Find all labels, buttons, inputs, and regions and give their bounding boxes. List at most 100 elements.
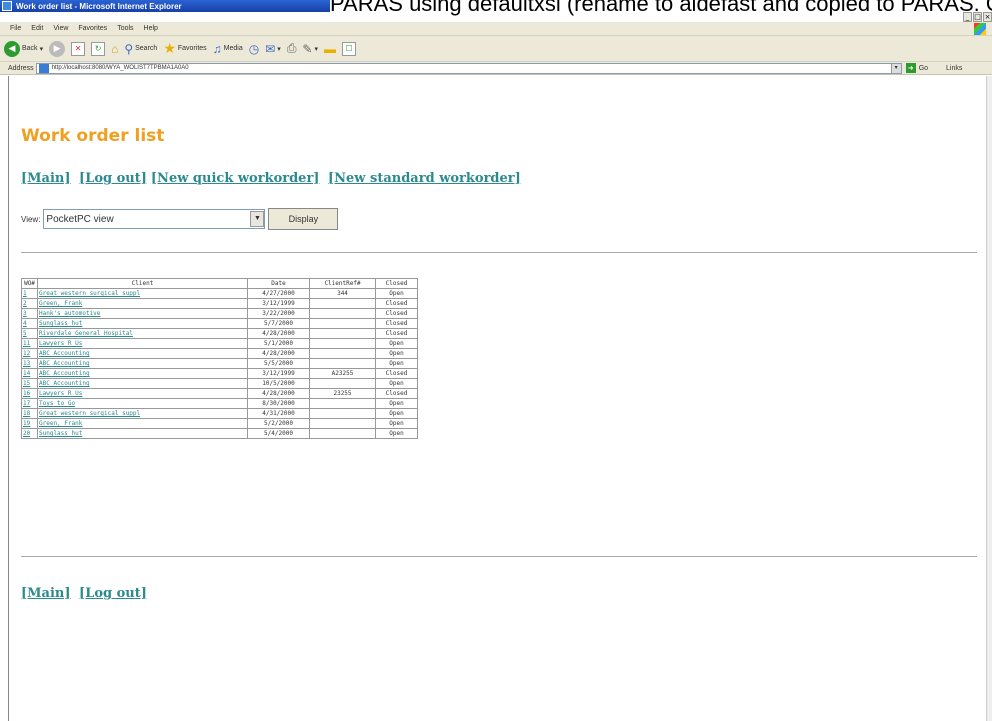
client-link[interactable]: Riverdale General Hospital: [37, 328, 248, 339]
closed-cell: Closed: [375, 368, 418, 379]
window-title: Work order list - Microsoft Internet Exp…: [16, 1, 182, 11]
bottom-main-link[interactable]: [Main]: [21, 586, 71, 601]
refresh-button[interactable]: ↻: [91, 41, 106, 56]
maximize-button[interactable]: □: [973, 12, 982, 22]
bottom-logout-link[interactable]: [Log out]: [79, 586, 147, 601]
wo-number-link[interactable]: 18: [21, 408, 38, 419]
home-button[interactable]: ⌂: [111, 42, 118, 56]
wo-number-link[interactable]: 16: [21, 388, 38, 399]
forward-button[interactable]: ▶: [49, 40, 66, 57]
wo-number-link[interactable]: 15: [21, 378, 38, 389]
windows-logo-icon: [974, 23, 986, 35]
go-button[interactable]: Go: [919, 65, 928, 72]
stop-button[interactable]: ✕: [71, 41, 86, 56]
wo-number-link[interactable]: 11: [21, 338, 38, 349]
closed-cell: Closed: [375, 328, 418, 339]
client-link[interactable]: Green, Frank: [37, 418, 248, 429]
address-input[interactable]: http://localhost:8080/WYA_WOLIST7TPBMA1A…: [35, 62, 902, 74]
table-row: 19 Green, Frank 5/2/2000 Open: [21, 418, 418, 429]
clientref-cell: [309, 408, 376, 419]
search-icon: ⚲: [124, 41, 134, 56]
vertical-scrollbar[interactable]: [986, 76, 992, 721]
logout-link[interactable]: [Log out]: [79, 171, 147, 186]
wo-number-link[interactable]: 1: [21, 288, 38, 299]
forward-arrow-icon: ▶: [49, 40, 66, 57]
new-standard-workorder-link[interactable]: [New standard workorder]: [328, 171, 521, 186]
menu-help[interactable]: Help: [144, 25, 158, 32]
print-button[interactable]: ⎙: [287, 41, 297, 56]
wo-number-link[interactable]: 12: [21, 348, 38, 359]
wo-number-link[interactable]: 5: [21, 328, 38, 339]
folder-button[interactable]: ▬: [324, 42, 336, 56]
menu-tools[interactable]: Tools: [117, 25, 133, 32]
search-button[interactable]: ⚲ Search: [124, 42, 157, 56]
client-link[interactable]: Sunglass hut: [37, 428, 248, 439]
menu-bar: File Edit View Favorites Tools Help: [0, 22, 992, 36]
media-button[interactable]: ♫ Media: [213, 42, 243, 56]
media-label: Media: [223, 45, 243, 52]
menu-file[interactable]: File: [10, 25, 21, 32]
links-button[interactable]: Links: [946, 65, 962, 72]
client-link[interactable]: ABC Accounting: [37, 378, 248, 389]
client-link[interactable]: Hank's automotive: [37, 308, 248, 319]
client-link[interactable]: Green, Frank: [37, 298, 248, 309]
client-link[interactable]: Sunglass hut: [37, 318, 248, 329]
main-link[interactable]: [Main]: [21, 171, 71, 186]
view-select[interactable]: PocketPC view ▼: [43, 209, 266, 229]
menu-favorites[interactable]: Favorites: [78, 25, 107, 32]
date-cell: 4/28/2000: [247, 348, 310, 359]
print-icon: ⎙: [286, 41, 297, 55]
minimize-button[interactable]: _: [963, 12, 972, 22]
wo-number-link[interactable]: 3: [21, 308, 38, 319]
folder-icon: ▬: [324, 41, 336, 56]
menu-edit[interactable]: Edit: [31, 25, 43, 32]
clientref-cell: [309, 348, 376, 359]
table-row: 17 Toys to Go 8/30/2000 Open: [21, 398, 418, 409]
address-url: http://localhost:8080/WYA_WOLIST7TPBMA1A…: [51, 65, 189, 71]
client-link[interactable]: ABC Accounting: [37, 368, 248, 379]
table-header-row: WO# Client Date ClientRef# Closed: [21, 278, 418, 289]
edit-icon: ✎: [302, 41, 313, 56]
client-link[interactable]: ABC Accounting: [37, 358, 248, 369]
date-cell: 5/2/2000: [247, 418, 310, 429]
client-link[interactable]: Great western surgical suppl: [37, 408, 248, 419]
clientref-cell: [309, 428, 376, 439]
page-title: Work order list: [21, 126, 165, 146]
wo-number-link[interactable]: 14: [21, 368, 38, 379]
date-cell: 3/22/2000: [247, 308, 310, 319]
close-button[interactable]: ×: [983, 12, 992, 22]
back-button[interactable]: ◀ Back ▾: [4, 40, 43, 57]
new-quick-workorder-link[interactable]: [New quick workorder]: [151, 171, 320, 186]
go-arrow-icon[interactable]: ➜: [905, 63, 916, 73]
client-link[interactable]: Toys to Go: [37, 398, 248, 409]
client-link[interactable]: Lawyers R Us: [37, 388, 248, 399]
wo-number-link[interactable]: 20: [21, 428, 38, 439]
divider-top: [21, 252, 977, 253]
clientref-cell: [309, 338, 376, 349]
client-link[interactable]: ABC Accounting: [37, 348, 248, 359]
header-client: Client: [37, 278, 248, 289]
address-dropdown-icon[interactable]: ▾: [890, 63, 901, 73]
mail-button[interactable]: ✉ ▾: [265, 42, 281, 56]
client-link[interactable]: Lawyers R Us: [37, 338, 248, 349]
closed-cell: Open: [375, 428, 418, 439]
history-button[interactable]: ◷: [249, 42, 259, 56]
wo-number-link[interactable]: 17: [21, 398, 38, 409]
date-cell: 4/27/2000: [247, 288, 310, 299]
wo-number-link[interactable]: 2: [21, 298, 38, 309]
media-icon: ♫: [212, 41, 222, 56]
date-cell: 5/5/2000: [247, 358, 310, 369]
table-row: 13 ABC Accounting 5/5/2000 Open: [21, 358, 418, 369]
menu-view[interactable]: View: [53, 25, 68, 32]
favorites-button[interactable]: ★ Favorites: [163, 40, 206, 57]
messenger-button[interactable]: ☐: [342, 41, 356, 56]
wo-number-link[interactable]: 4: [21, 318, 38, 329]
wo-number-link[interactable]: 19: [21, 418, 38, 429]
client-link[interactable]: Great western surgical suppl: [37, 288, 248, 299]
closed-cell: Open: [375, 358, 418, 369]
display-button[interactable]: Display: [268, 208, 339, 230]
home-icon: ⌂: [111, 41, 119, 56]
wo-number-link[interactable]: 13: [21, 358, 38, 369]
clientref-cell: A23255: [309, 368, 376, 379]
edit-button[interactable]: ✎ ▾: [302, 42, 318, 56]
